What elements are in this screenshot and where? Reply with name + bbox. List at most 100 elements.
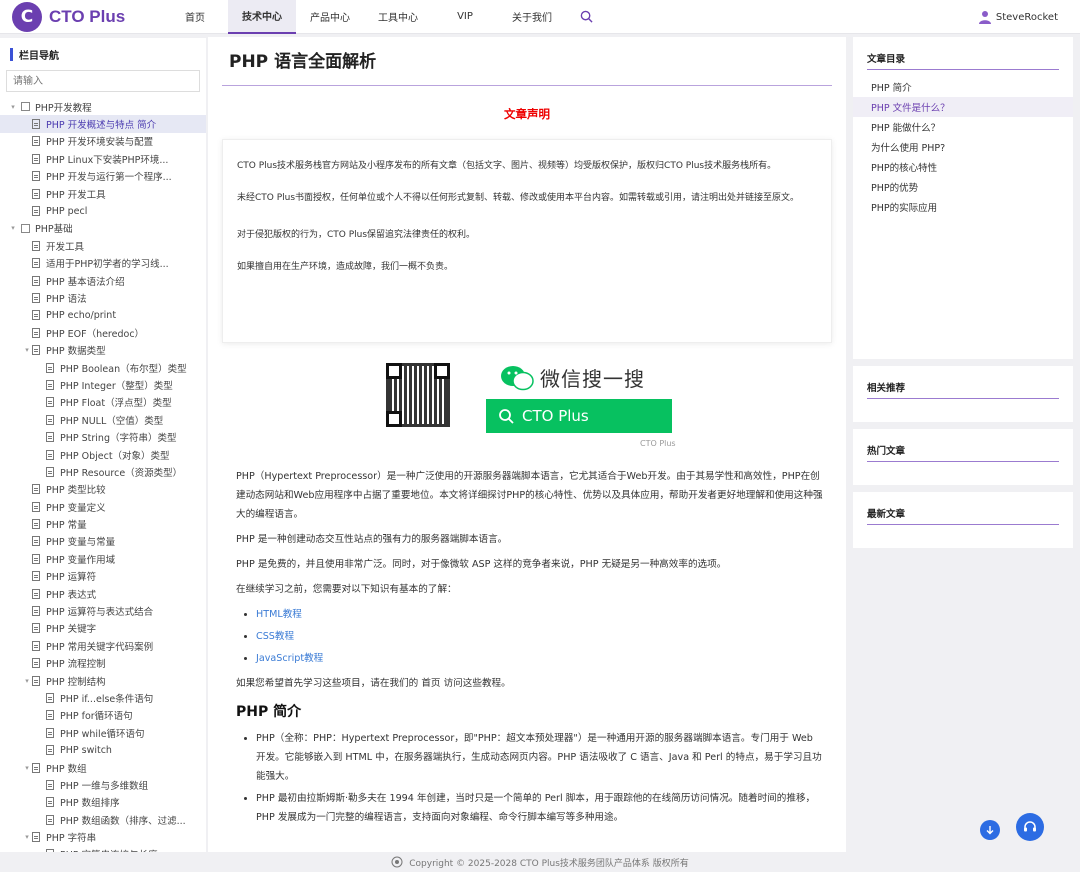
sidebar-item[interactable]: PHP for循环语句 — [0, 707, 206, 724]
sidebar-item[interactable]: PHP 开发概述与特点 简介 — [0, 115, 206, 133]
sidebar-item-label: PHP 数组 — [46, 763, 87, 775]
toc-item[interactable]: PHP的实际应用 — [853, 197, 1073, 217]
scroll-down-button[interactable] — [980, 820, 1000, 840]
search-icon[interactable] — [566, 0, 606, 34]
sidebar-item[interactable]: PHP 关键字 — [0, 620, 206, 637]
sidebar-item[interactable]: PHP Object（对象）类型 — [0, 446, 206, 463]
sidebar-item[interactable]: PHP String（字符串）类型 — [0, 428, 206, 445]
sidebar-item-label: PHP 数组函数（排序、过滤... — [60, 815, 186, 827]
sidebar-item[interactable]: PHP NULL（空值）类型 — [0, 411, 206, 428]
document-icon — [32, 345, 40, 356]
support-button[interactable] — [1016, 813, 1044, 841]
paragraph: PHP 是一种创建动态交互性站点的强有力的服务器端脚本语言。 — [236, 534, 508, 545]
html-tutorial-link[interactable]: HTML教程 — [256, 609, 302, 620]
sidebar-item[interactable]: PHP 语法 — [0, 289, 206, 306]
document-icon — [32, 275, 40, 286]
sidebar-item[interactable]: PHP while循环语句 — [0, 724, 206, 741]
sidebar-tree: ▾ PHP开发教程 PHP 开发概述与特点 简介 PHP 开发环境安装与配置 PHP L… — [0, 98, 206, 852]
sidebar-item[interactable]: ▾ PHP 数组 — [0, 759, 206, 776]
sidebar-item[interactable]: PHP 运算符与表达式结合 — [0, 602, 206, 619]
sidebar-item[interactable]: ▾ PHP 数据类型 — [0, 341, 206, 358]
declaration-line: 对于侵犯版权的行为，CTO Plus保留追究法律责任的权利。 — [237, 230, 476, 240]
left-sidebar: 栏目导航 ▾ PHP开发教程 PHP 开发概述与特点 简介 PHP 开发环境安装与配置… — [0, 38, 206, 852]
sidebar-item[interactable]: PHP Integer（整型）类型 — [0, 376, 206, 393]
sidebar-item[interactable]: PHP 常用关键字代码案例 — [0, 637, 206, 654]
sidebar-item-label: PHP 类型比较 — [46, 485, 106, 497]
sidebar-item-label: PHP EOF（heredoc） — [46, 328, 145, 340]
nav-vip[interactable]: VIP — [432, 0, 498, 34]
sidebar-item[interactable]: PHP 一维与多维数组 — [0, 776, 206, 793]
chevron-down-icon[interactable]: ▾ — [22, 346, 32, 354]
sidebar-item[interactable]: ▾ PHP 控制结构 — [0, 672, 206, 689]
sidebar-item[interactable]: PHP 变量定义 — [0, 498, 206, 515]
chevron-down-icon[interactable]: ▾ — [22, 833, 32, 841]
declaration-title: 文章声明 — [504, 107, 550, 121]
sidebar-item[interactable]: PHP Resource（资源类型） — [0, 463, 206, 480]
list-item: PHP（全称：PHP：Hypertext Preprocessor，即"PHP：… — [256, 729, 825, 786]
intro-bullets: PHP（全称：PHP：Hypertext Preprocessor，即"PHP：… — [256, 729, 825, 827]
latest-panel: 最新文章 — [853, 492, 1073, 548]
sidebar-item[interactable]: PHP 开发工具 — [0, 185, 206, 202]
css-tutorial-link[interactable]: CSS教程 — [256, 631, 294, 642]
sidebar-item[interactable]: PHP echo/print — [0, 307, 206, 324]
sidebar-item[interactable]: 开发工具 — [0, 237, 206, 254]
sidebar-item[interactable]: ▾ PHP 字符串 — [0, 828, 206, 845]
sidebar-item-label: PHP echo/print — [46, 309, 117, 321]
toc-title: 文章目录 — [867, 54, 906, 65]
sidebar-item-label: PHP if...else条件语句 — [60, 693, 154, 705]
nav-product-center[interactable]: 产品中心 — [296, 0, 364, 34]
sidebar-item[interactable]: PHP pecl — [0, 202, 206, 219]
toc-item[interactable]: PHP的核心特性 — [853, 157, 1073, 177]
user-menu[interactable]: SteveRocket — [978, 0, 1058, 34]
document-icon — [32, 762, 40, 773]
toc-item[interactable]: PHP 文件是什么？ — [853, 97, 1073, 117]
nav-tool-center[interactable]: 工具中心 — [364, 0, 432, 34]
chevron-down-icon[interactable]: ▾ — [8, 103, 18, 111]
sidebar-item-label: PHP 一维与多维数组 — [60, 780, 149, 792]
wechat-search-button[interactable]: CTO Plus — [486, 399, 672, 433]
site-logo[interactable]: C CTO Plus — [12, 1, 162, 32]
paragraph: 如果您希望首先学习这些项目，请在我们的 首页 访问这些教程。 — [236, 678, 511, 689]
sidebar-item[interactable]: PHP 运算符 — [0, 568, 206, 585]
sidebar-item[interactable]: PHP if...else条件语句 — [0, 689, 206, 706]
document-icon — [32, 588, 40, 599]
sidebar-folder[interactable]: ▾ PHP开发教程 — [0, 98, 206, 115]
chevron-down-icon[interactable]: ▾ — [22, 764, 32, 772]
paragraph: PHP 是免费的，并且使用非常广泛。同时，对于像微软 ASP 这样的竞争者来说，… — [236, 559, 727, 570]
js-tutorial-link[interactable]: JavaScript教程 — [256, 653, 323, 664]
sidebar-item[interactable]: PHP 类型比较 — [0, 481, 206, 498]
folder-icon — [21, 102, 30, 112]
sidebar-item[interactable]: PHP 变量作用域 — [0, 550, 206, 567]
sidebar-item[interactable]: PHP 开发与运行第一个程序... — [0, 168, 206, 185]
chevron-down-icon[interactable]: ▾ — [8, 224, 18, 232]
sidebar-item[interactable]: 适用于PHP初学者的学习线... — [0, 255, 206, 272]
toc-item[interactable]: 为什么使用 PHP? — [853, 137, 1073, 157]
sidebar-item[interactable]: PHP 开发环境安装与配置 — [0, 133, 206, 150]
document-icon — [32, 519, 40, 530]
chevron-down-icon[interactable]: ▾ — [22, 677, 32, 685]
sidebar-item[interactable]: PHP Linux下安装PHP环境... — [0, 150, 206, 167]
sidebar-item[interactable]: PHP 变量与常量 — [0, 533, 206, 550]
sidebar-item[interactable]: PHP 数组排序 — [0, 794, 206, 811]
document-icon — [32, 327, 40, 338]
nav-tech-center[interactable]: 技术中心 — [228, 0, 296, 34]
sidebar-item[interactable]: PHP 流程控制 — [0, 655, 206, 672]
toc-item[interactable]: PHP 能做什么？ — [853, 117, 1073, 137]
sidebar-item[interactable]: PHP 数组函数（排序、过滤... — [0, 811, 206, 828]
sidebar-item[interactable]: PHP 表达式 — [0, 585, 206, 602]
sidebar-item[interactable]: PHP EOF（heredoc） — [0, 324, 206, 341]
document-icon — [46, 414, 54, 425]
sidebar-item[interactable]: PHP Boolean（布尔型）类型 — [0, 359, 206, 376]
nav-about[interactable]: 关于我们 — [498, 0, 566, 34]
sidebar-item[interactable]: PHP 基本语法介绍 — [0, 272, 206, 289]
sidebar-folder[interactable]: ▾ PHP基础 — [0, 220, 206, 237]
nav-home[interactable]: 首页 — [162, 0, 228, 34]
sidebar-item[interactable]: PHP switch — [0, 741, 206, 758]
sidebar-search-input[interactable] — [6, 70, 200, 92]
toc-item[interactable]: PHP 简介 — [853, 77, 1073, 97]
list-item: PHP 最初由拉斯姆斯·勒多夫在 1994 年创建，当时只是一个简单的 Perl… — [256, 789, 825, 827]
sidebar-item[interactable]: PHP Float（浮点型）类型 — [0, 394, 206, 411]
sidebar-item[interactable]: PHP 常量 — [0, 515, 206, 532]
document-icon — [46, 432, 54, 443]
toc-item[interactable]: PHP的优势 — [853, 177, 1073, 197]
